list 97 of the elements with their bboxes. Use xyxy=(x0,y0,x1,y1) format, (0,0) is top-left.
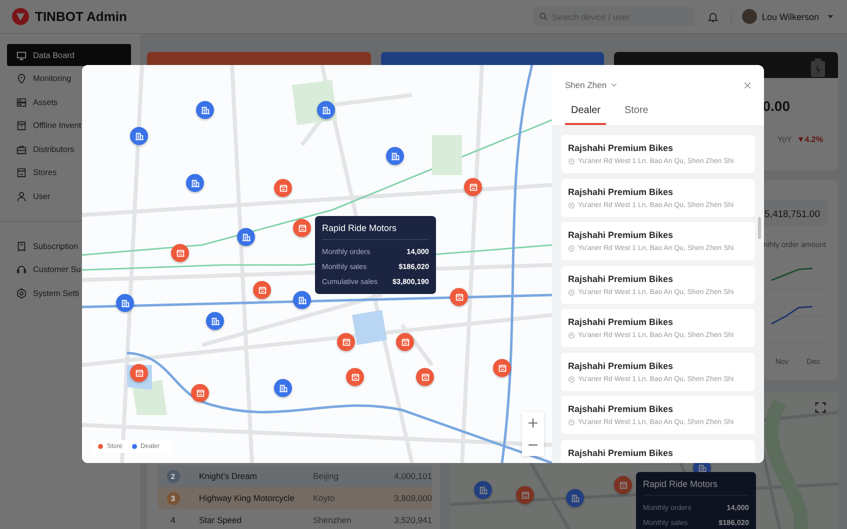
sidebar-item[interactable]: Customer Su xyxy=(7,258,131,280)
table-cell-text: Beijing xyxy=(313,471,340,481)
store-icon xyxy=(520,490,530,500)
chart-line xyxy=(771,306,812,325)
store-icon xyxy=(468,182,478,192)
chevron-down-icon xyxy=(610,83,617,87)
table-cell-text: Knight’s Dream xyxy=(199,471,258,481)
building-icon xyxy=(190,178,200,188)
table-cell-text: Shenzhen xyxy=(313,515,352,525)
building-icon xyxy=(320,104,332,116)
store-icon xyxy=(340,336,352,348)
search-icon xyxy=(538,12,548,21)
sidebar-item[interactable]: Assets xyxy=(7,91,131,113)
plus-icon xyxy=(528,418,538,428)
dealer-name: Rajshahi Premium Bikes xyxy=(568,317,674,327)
dealer-name: Rajshahi Premium Bikes xyxy=(568,186,674,196)
location-pin-icon xyxy=(568,202,575,208)
store-icon xyxy=(16,167,27,178)
headset-icon xyxy=(16,264,27,275)
store-icon xyxy=(496,362,508,374)
dealer-name: Rajshahi Premium Bikes xyxy=(568,360,674,370)
building-icon xyxy=(240,232,252,242)
sidebar-item[interactable]: System Setti xyxy=(7,282,131,304)
table-cell-text: 4,000,101 xyxy=(393,471,432,481)
sidebar-item[interactable]: Subscription xyxy=(7,235,131,257)
sidebar-item[interactable]: Data Board xyxy=(7,44,131,66)
sidebar-item[interactable]: User xyxy=(7,185,131,207)
settings-icon xyxy=(16,288,27,298)
sidebar-item[interactable]: Offline Invent xyxy=(7,114,131,136)
table-cell-text: Koyto xyxy=(313,493,336,503)
user-name[interactable]: Lou Wilkerson xyxy=(762,12,819,22)
dealer-name: Rajshahi Premium Bikes xyxy=(568,274,674,284)
dealer-name: Rajshahi Premium Bikes xyxy=(568,230,674,240)
store-icon xyxy=(174,248,186,258)
store-icon xyxy=(134,368,144,378)
avatar[interactable] xyxy=(742,9,757,24)
building-icon xyxy=(200,104,210,116)
app-title: TINBOT Admin xyxy=(35,9,127,24)
location-pin-icon xyxy=(568,288,575,296)
user-icon xyxy=(16,190,27,202)
server-icon xyxy=(16,96,27,108)
yoy-change: ▼4.2% xyxy=(796,135,823,144)
store-icon xyxy=(278,182,288,194)
dealer-name: Rajshahi Premium Bikes xyxy=(568,404,674,414)
tooltip-title: Rapid Ride Motors xyxy=(322,223,398,233)
location-pin-icon xyxy=(568,332,575,339)
building-icon xyxy=(120,298,130,308)
chart-line xyxy=(771,268,812,281)
city-dropdown[interactable]: Shen Zhen xyxy=(565,80,617,90)
sidebar-item[interactable]: Distributors xyxy=(7,138,131,160)
bell-icon[interactable] xyxy=(706,10,719,22)
building-icon xyxy=(478,484,488,496)
location-pin-icon xyxy=(568,245,575,252)
store-icon xyxy=(400,336,410,348)
location-pin-icon xyxy=(568,376,575,382)
sidebar-item[interactable]: Monitoring xyxy=(7,68,131,90)
store-icon xyxy=(194,388,206,398)
table-cell-text: 3,809,000 xyxy=(393,493,432,503)
store-icon xyxy=(350,372,360,382)
rank-number: 4 xyxy=(170,515,176,525)
building-icon xyxy=(570,492,580,504)
building-icon xyxy=(696,462,708,474)
building-icon xyxy=(210,316,220,326)
document-icon xyxy=(16,240,27,252)
store-icon xyxy=(420,372,430,382)
zoom-in-button[interactable] xyxy=(522,412,544,434)
caret-icon[interactable] xyxy=(827,13,834,20)
dealer-name: Rajshahi Premium Bikes xyxy=(568,143,674,153)
box-icon xyxy=(16,120,27,131)
building-icon xyxy=(296,294,308,306)
stat-value: 0.00 xyxy=(762,98,790,114)
logo-icon xyxy=(12,8,29,25)
scrollbar[interactable] xyxy=(758,217,761,239)
sidebar-item[interactable]: Stores xyxy=(7,162,131,184)
building-icon xyxy=(278,382,288,394)
building-icon xyxy=(134,130,144,142)
tab[interactable]: Store xyxy=(618,105,654,125)
table-cell-text: Highway King Motorcycle xyxy=(199,493,296,503)
dealer-card[interactable]: Rajshahi Premium Bikes xyxy=(561,440,755,463)
location-pin-icon xyxy=(568,419,575,426)
location-pin-icon xyxy=(16,73,27,84)
store-icon xyxy=(454,292,464,302)
monitor-icon xyxy=(16,50,27,60)
battery-icon xyxy=(810,58,826,78)
dealer-name: Rajshahi Premium Bikes xyxy=(568,448,674,458)
yoy-label: YoY xyxy=(777,135,792,144)
building-icon xyxy=(390,150,400,162)
briefcase-icon xyxy=(16,144,27,154)
close-icon[interactable] xyxy=(744,82,751,88)
location-pin-icon xyxy=(568,158,575,165)
store-icon xyxy=(256,284,268,296)
table-cell-text: 3,520,941 xyxy=(393,515,432,525)
store-icon xyxy=(618,480,628,490)
store-icon xyxy=(296,222,308,234)
tooltip-title: Rapid Ride Motors xyxy=(643,479,719,489)
fullscreen-icon[interactable] xyxy=(815,402,826,413)
table-cell-text: Star Speed xyxy=(199,515,243,525)
